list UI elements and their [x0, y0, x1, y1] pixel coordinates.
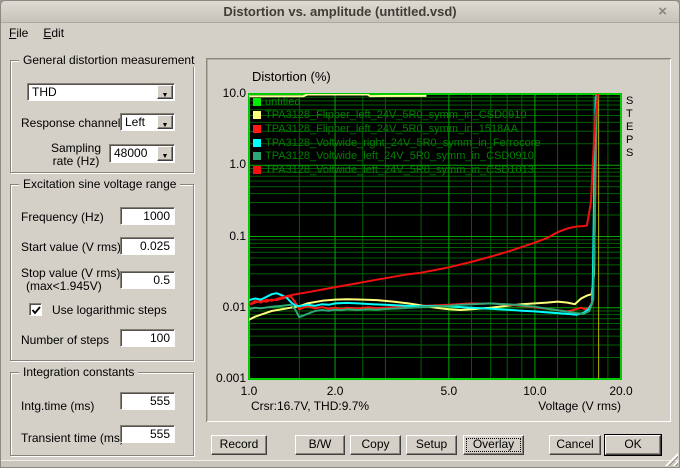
measurement-type-value: THD: [32, 85, 57, 99]
excitation-groupbox-title: Excitation sine voltage range: [19, 177, 180, 191]
legend-swatch-icon: [253, 139, 261, 147]
cancel-button[interactable]: Cancel: [549, 435, 601, 455]
window-bottom-edge: [1, 460, 679, 467]
stop-value-label: Stop value (V rms): [21, 266, 120, 280]
legend-label: TPA3128_Voltwide_left_24V_5R0_symm_in_CS…: [265, 164, 534, 176]
number-of-steps-label: Number of steps: [21, 333, 109, 347]
transient-time-label: Transient time (ms): [21, 431, 124, 445]
ok-button[interactable]: OK: [605, 435, 661, 455]
sampling-rate-dropdown-button[interactable]: ▼: [157, 146, 173, 161]
general-groupbox-title: General distortion measurement: [19, 53, 198, 67]
legend-row-3: TPA3128_Voltwide_right_24V_5R0_symm_in_F…: [253, 136, 541, 150]
intg-time-label: Intg.time (ms): [21, 399, 94, 413]
response-channel-dropdown[interactable]: Left ▼: [120, 113, 175, 131]
steps-axis-label: S T E P S: [626, 95, 633, 160]
chevron-down-icon: ▼: [162, 92, 169, 99]
x-tick-label: 10.0: [513, 384, 557, 398]
record-button[interactable]: Record: [211, 435, 267, 455]
legend-swatch-icon: [253, 166, 261, 174]
stop-value-input[interactable]: [120, 271, 175, 289]
transient-time-input[interactable]: [120, 425, 175, 443]
window-title: Distortion vs. amplitude (untitled.vsd): [1, 4, 679, 19]
sampling-rate-dropdown[interactable]: 48000 ▼: [109, 144, 175, 163]
sampling-rate-value: 48000: [114, 146, 147, 160]
legend-row-0: untitled: [253, 95, 541, 109]
overlay-button[interactable]: Overlay: [463, 435, 524, 455]
legend-row-4: TPA3128_Voltwide_left_24V_5R0_symm_in_CS…: [253, 149, 541, 163]
x-tick-label: 5.0: [427, 384, 471, 398]
legend-swatch-icon: [253, 98, 261, 106]
legend-swatch-icon: [253, 111, 261, 119]
legend-swatch-icon: [253, 125, 261, 133]
menu-item-edit[interactable]: Edit: [37, 24, 71, 42]
bw-button[interactable]: B/W: [295, 435, 345, 455]
measurement-type-dropdown[interactable]: THD ▼: [27, 83, 175, 101]
y-tick-label: 0.01: [208, 300, 246, 315]
response-channel-dropdown-button[interactable]: ▼: [157, 115, 173, 129]
log-steps-label: Use logarithmic steps: [52, 303, 167, 317]
general-measurement-groupbox: General distortion measurement THD ▼ Res…: [10, 60, 194, 173]
x-tick-label: 20.0: [599, 384, 643, 398]
sampling-rate-label-line1: Sampling: [41, 141, 111, 155]
excitation-groupbox: Excitation sine voltage range Frequency …: [10, 184, 194, 361]
distortion-plot[interactable]: untitledTPA3128_Flipper_left_24V_5R0_sym…: [248, 93, 622, 380]
chevron-down-icon: ▼: [162, 122, 169, 129]
integration-groupbox-title: Integration constants: [19, 365, 138, 379]
resize-grip[interactable]: [663, 451, 678, 466]
stop-value-sublabel: (max<1.945V): [26, 279, 102, 293]
cursor-readout: Crsr:16.7V, THD:9.7%: [251, 399, 369, 413]
start-value-label: Start value (V rms): [21, 240, 121, 254]
legend-row-2: TPA3128_Flipper_left_24V_5R0_symm_in_151…: [253, 122, 541, 136]
start-value-input[interactable]: [120, 237, 175, 255]
x-tick-label: 2.0: [313, 384, 357, 398]
x-axis-label: Voltage (V rms): [538, 399, 621, 413]
plot-legend: untitledTPA3128_Flipper_left_24V_5R0_sym…: [253, 95, 541, 177]
legend-swatch-icon: [253, 152, 261, 160]
legend-label: untitled: [265, 96, 300, 108]
frequency-label: Frequency (Hz): [21, 210, 104, 224]
frequency-input[interactable]: [120, 207, 175, 225]
response-channel-value: Left: [125, 115, 145, 129]
legend-label: TPA3128_Voltwide_left_24V_5R0_symm_in_CS…: [265, 150, 534, 162]
number-of-steps-input[interactable]: [120, 329, 175, 347]
legend-label: TPA3128_Voltwide_right_24V_5R0_symm_in_F…: [265, 137, 541, 149]
close-icon[interactable]: ×: [658, 3, 667, 20]
sampling-rate-label-line2: rate (Hz): [41, 154, 111, 168]
measurement-type-dropdown-button[interactable]: ▼: [157, 85, 173, 99]
log-steps-checkbox[interactable]: [29, 303, 42, 316]
distortion-window: Distortion vs. amplitude (untitled.vsd) …: [0, 0, 680, 468]
response-channel-label: Response channel: [21, 116, 120, 130]
integration-groupbox: Integration constants Intg.time (ms) Tra…: [10, 372, 194, 456]
legend-label: TPA3128_Flipper_left_24V_5R0_symm_in_151…: [265, 123, 518, 135]
menubar: FileEdit: [3, 24, 73, 43]
menu-item-file[interactable]: File: [3, 24, 35, 42]
checkmark-icon: [30, 304, 43, 317]
legend-label: TPA3128_Flipper_left_24V_5R0_symm_in_CSD…: [265, 109, 527, 121]
chevron-down-icon: ▼: [162, 153, 169, 160]
y-tick-label: 0.1: [208, 229, 246, 244]
legend-row-5: TPA3128_Voltwide_left_24V_5R0_symm_in_CS…: [253, 163, 541, 177]
setup-button[interactable]: Setup: [406, 435, 457, 455]
y-tick-label: 10.0: [208, 86, 246, 101]
intg-time-input[interactable]: [120, 392, 175, 410]
legend-row-1: TPA3128_Flipper_left_24V_5R0_symm_in_CSD…: [253, 109, 541, 123]
chart-title: Distortion (%): [252, 69, 331, 84]
chart-panel: Distortion (%) untitledTPA3128_Flipper_l…: [206, 58, 671, 422]
copy-button[interactable]: Copy: [350, 435, 401, 455]
titlebar[interactable]: Distortion vs. amplitude (untitled.vsd) …: [1, 1, 679, 23]
x-tick-label: 1.0: [227, 384, 271, 398]
y-tick-label: 1.0: [208, 157, 246, 172]
